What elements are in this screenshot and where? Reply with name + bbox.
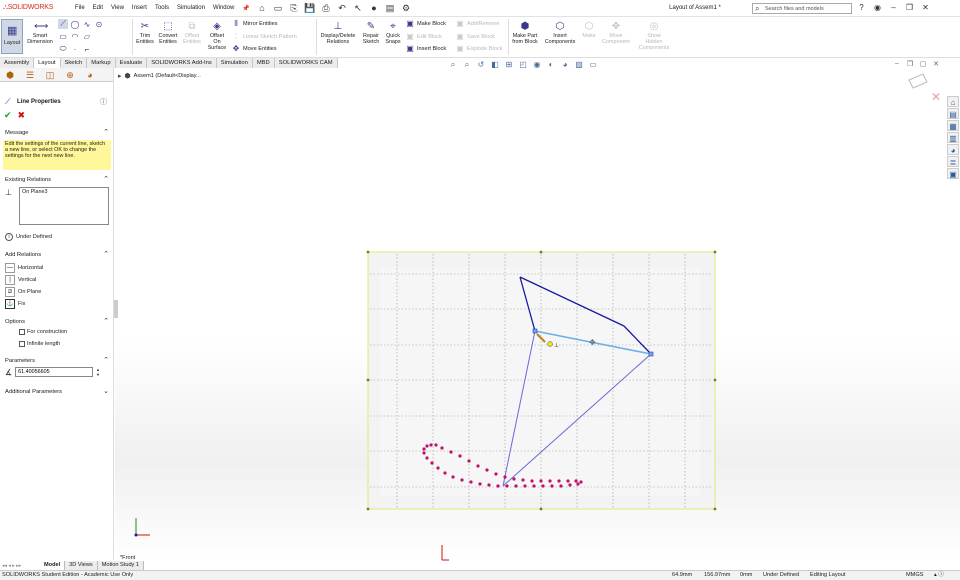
display-manager-tab-icon[interactable]: ◕ [80,68,100,82]
relation-vertical[interactable]: | Vertical [5,274,36,285]
statusbar-icons[interactable]: ▴ ⓘ [934,571,944,580]
confirmation-corner[interactable]: ✕ [908,73,941,104]
options-header[interactable]: Options ⌃ [0,317,113,327]
dimxpert-tab-icon[interactable]: ⊕ [60,68,80,82]
vertical-label: Vertical [18,276,37,283]
panel-splitter[interactable] [114,300,118,318]
move-cursor-icon: ✥ [589,338,596,347]
fix-label: Fix [18,300,26,307]
angle-spinner[interactable]: ▲ ▼ [96,367,100,377]
line-end-point[interactable] [648,351,654,357]
add-relations-header[interactable]: Add Relations ⌃ [0,250,113,260]
parameters-label: Parameters [5,358,35,364]
message-box: Edit the settings of the current line, s… [3,140,111,170]
reference-triad [134,518,150,537]
sketch-canvas[interactable]: ✕ ⊥ ✥ [0,0,960,580]
svg-text:⊥: ⊥ [554,342,559,349]
collapse-chevron-icon[interactable]: ⌃ [103,128,109,138]
tab-scroll-arrows[interactable]: ◂◂ ◂ ▸ ▸▸ [0,563,40,569]
x-coordinate: 64.9mm [672,572,693,578]
angle-icon: ∡ [5,367,13,377]
horizontal-label: Horizontal [18,264,44,271]
collapse-chevron-icon[interactable]: ⌃ [103,175,109,185]
edition-text: SOLIDWORKS Student Edition - Academic Us… [2,572,134,578]
collapse-chevron-icon[interactable]: ⌃ [103,317,109,327]
vertical-icon: | [5,274,15,285]
ok-cancel-row: ✔ ✖ [4,110,25,121]
line-start-point[interactable] [532,328,538,334]
horizontal-icon: — [5,262,15,273]
collapse-chevron-icon[interactable]: ⌃ [103,356,109,366]
angle-parameter: ∡ [5,367,94,377]
units-text[interactable]: MMGS [906,571,923,580]
angle-input[interactable] [15,367,94,377]
y-coordinate: 156.97mm [704,572,731,578]
expand-chevron-icon[interactable]: ⌄ [103,387,109,397]
mode-text: Editing Layout [810,572,846,578]
message-section-header[interactable]: Message ⌃ [0,128,113,138]
line-properties-icon: ⟋ [5,97,11,106]
relation-fix[interactable]: ⚓ Fix [5,298,25,309]
parameters-header[interactable]: Parameters ⌃ [0,356,113,366]
additional-parameters-label: Additional Parameters [5,389,63,395]
feature-manager-tab-icon[interactable]: ⬢ [0,68,20,82]
infinite-length-label: Infinite length [27,341,61,347]
checkbox[interactable] [19,341,25,347]
for-construction-label: For construction [27,329,68,335]
relation-on-plane[interactable]: ⧄ On Plane [5,286,41,297]
relation-horizontal[interactable]: — Horizontal [5,262,43,273]
fix-icon: ⚓ [5,298,15,309]
configuration-manager-tab-icon[interactable]: ◫ [40,68,60,82]
tab-3d-views[interactable]: 3D Views [65,561,98,570]
list-item[interactable]: On Plane3 [22,189,106,195]
relation-icon: ⊥ [5,188,12,197]
bottom-tabs: ◂◂ ◂ ▸ ▸▸ Model 3D Views Motion Study 1 [0,561,145,570]
inner-sheet [380,268,700,496]
z-coordinate: 0mm [740,572,753,578]
status-bar: SOLIDWORKS Student Edition - Academic Us… [0,570,960,580]
existing-relations-label: Existing Relations [5,177,52,183]
existing-relations-header[interactable]: Existing Relations ⌃ [0,175,113,185]
message-header: Message [5,130,29,136]
tab-motion-study[interactable]: Motion Study 1 [97,561,145,570]
origin-marker [441,545,449,561]
ok-check-icon[interactable]: ✔ [4,110,12,121]
collapse-chevron-icon[interactable]: ⌃ [103,250,109,260]
info-icon: i [5,233,13,241]
checkbox[interactable] [19,329,25,335]
options-label: Options [5,319,25,325]
for-construction-checkbox[interactable]: For construction [19,329,67,335]
exit-sketch-icon[interactable]: ✕ [931,90,941,104]
on-plane-label: On Plane [18,288,42,295]
status-text: Under Defined [16,234,53,240]
cancel-x-icon[interactable]: ✖ [18,110,26,121]
on-plane-icon: ⧄ [5,286,15,297]
definition-status: i Under Defined [5,233,52,241]
definition-status-text: Under Defined [763,572,800,578]
add-relations-label: Add Relations [5,252,42,258]
manager-tabs: ⬢ ☰ ◫ ⊕ ◕ [0,68,113,82]
existing-relations-list[interactable]: On Plane3 [19,187,109,225]
infinite-length-checkbox[interactable]: Infinite length [19,341,60,347]
property-manager-title: Line Properties [17,99,61,105]
additional-parameters-header[interactable]: Additional Parameters ⌄ [0,387,113,397]
tab-model[interactable]: Model [40,561,66,570]
property-manager-tab-icon[interactable]: ☰ [20,68,40,82]
help-icon[interactable]: ⓘ [100,97,107,107]
